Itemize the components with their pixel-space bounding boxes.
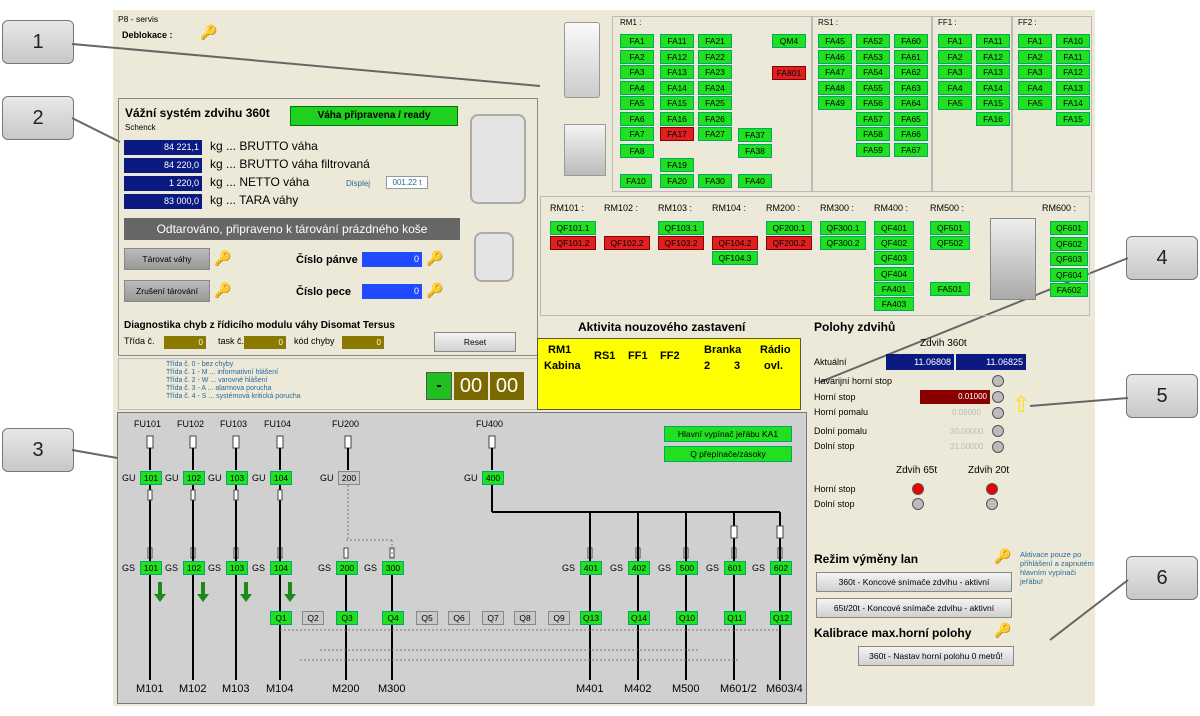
q-q7[interactable]: Q7 [482, 611, 504, 625]
q-q3[interactable]: Q3 [336, 611, 358, 625]
gs-103[interactable]: 103 [226, 561, 248, 575]
gu-label: GU [208, 473, 222, 483]
q-q13[interactable]: Q13 [580, 611, 602, 625]
gu-200[interactable]: 200 [338, 471, 360, 485]
motor-m603-4: M603/4 [766, 683, 803, 695]
q-q4[interactable]: Q4 [382, 611, 404, 625]
motor-m102: M102 [179, 683, 207, 695]
gu-400[interactable]: 400 [482, 471, 504, 485]
gs-label: GS [610, 563, 624, 573]
gu-label: GU [320, 473, 334, 483]
q-q8[interactable]: Q8 [514, 611, 536, 625]
motor-m402: M402 [624, 683, 652, 695]
gu-101[interactable]: 101 [140, 471, 162, 485]
q-q14[interactable]: Q14 [628, 611, 650, 625]
q-q2[interactable]: Q2 [302, 611, 324, 625]
gs-label: GS [752, 563, 766, 573]
gs-601[interactable]: 601 [724, 561, 746, 575]
gs-label: GS [658, 563, 672, 573]
gs-104[interactable]: 104 [270, 561, 292, 575]
gs-602[interactable]: 602 [770, 561, 792, 575]
motor-m101: M101 [136, 683, 164, 695]
gs-300[interactable]: 300 [382, 561, 404, 575]
q-q5[interactable]: Q5 [416, 611, 438, 625]
motor-m401: M401 [576, 683, 604, 695]
gs-label: GS [165, 563, 179, 573]
gs-label: GS [252, 563, 266, 573]
gs-101[interactable]: 101 [140, 561, 162, 575]
motor-m200: M200 [332, 683, 360, 695]
fu-label-fu400: FU400 [476, 419, 504, 429]
gu-103[interactable]: 103 [226, 471, 248, 485]
motor-m103: M103 [222, 683, 250, 695]
gs-label: GS [562, 563, 576, 573]
gu-label: GU [165, 473, 179, 483]
q-q6[interactable]: Q6 [448, 611, 470, 625]
schematic-wiring [146, 435, 784, 680]
gs-500[interactable]: 500 [676, 561, 698, 575]
gs-label: GS [706, 563, 720, 573]
gs-102[interactable]: 102 [183, 561, 205, 575]
gu-102[interactable]: 102 [183, 471, 205, 485]
gs-200[interactable]: 200 [336, 561, 358, 575]
gu-label: GU [252, 473, 266, 483]
gs-label: GS [208, 563, 222, 573]
gu-104[interactable]: 104 [270, 471, 292, 485]
fu-label-fu103: FU103 [220, 419, 248, 429]
motor-m300: M300 [378, 683, 406, 695]
gs-401[interactable]: 401 [580, 561, 602, 575]
motor-m601-2: M601/2 [720, 683, 757, 695]
motor-m104: M104 [266, 683, 294, 695]
fu-label-fu200: FU200 [332, 419, 360, 429]
q-q12[interactable]: Q12 [770, 611, 792, 625]
gu-label: GU [122, 473, 136, 483]
fu-label-fu101: FU101 [134, 419, 162, 429]
gu-label: GU [464, 473, 478, 483]
fu-label-fu102: FU102 [177, 419, 205, 429]
gs-label: GS [364, 563, 378, 573]
q-q9[interactable]: Q9 [548, 611, 570, 625]
gs-label: GS [122, 563, 136, 573]
gs-402[interactable]: 402 [628, 561, 650, 575]
q-q11[interactable]: Q11 [724, 611, 746, 625]
fu-label-fu104: FU104 [264, 419, 292, 429]
q-q1[interactable]: Q1 [270, 611, 292, 625]
gs-label: GS [318, 563, 332, 573]
motor-m500: M500 [672, 683, 700, 695]
q-q10[interactable]: Q10 [676, 611, 698, 625]
